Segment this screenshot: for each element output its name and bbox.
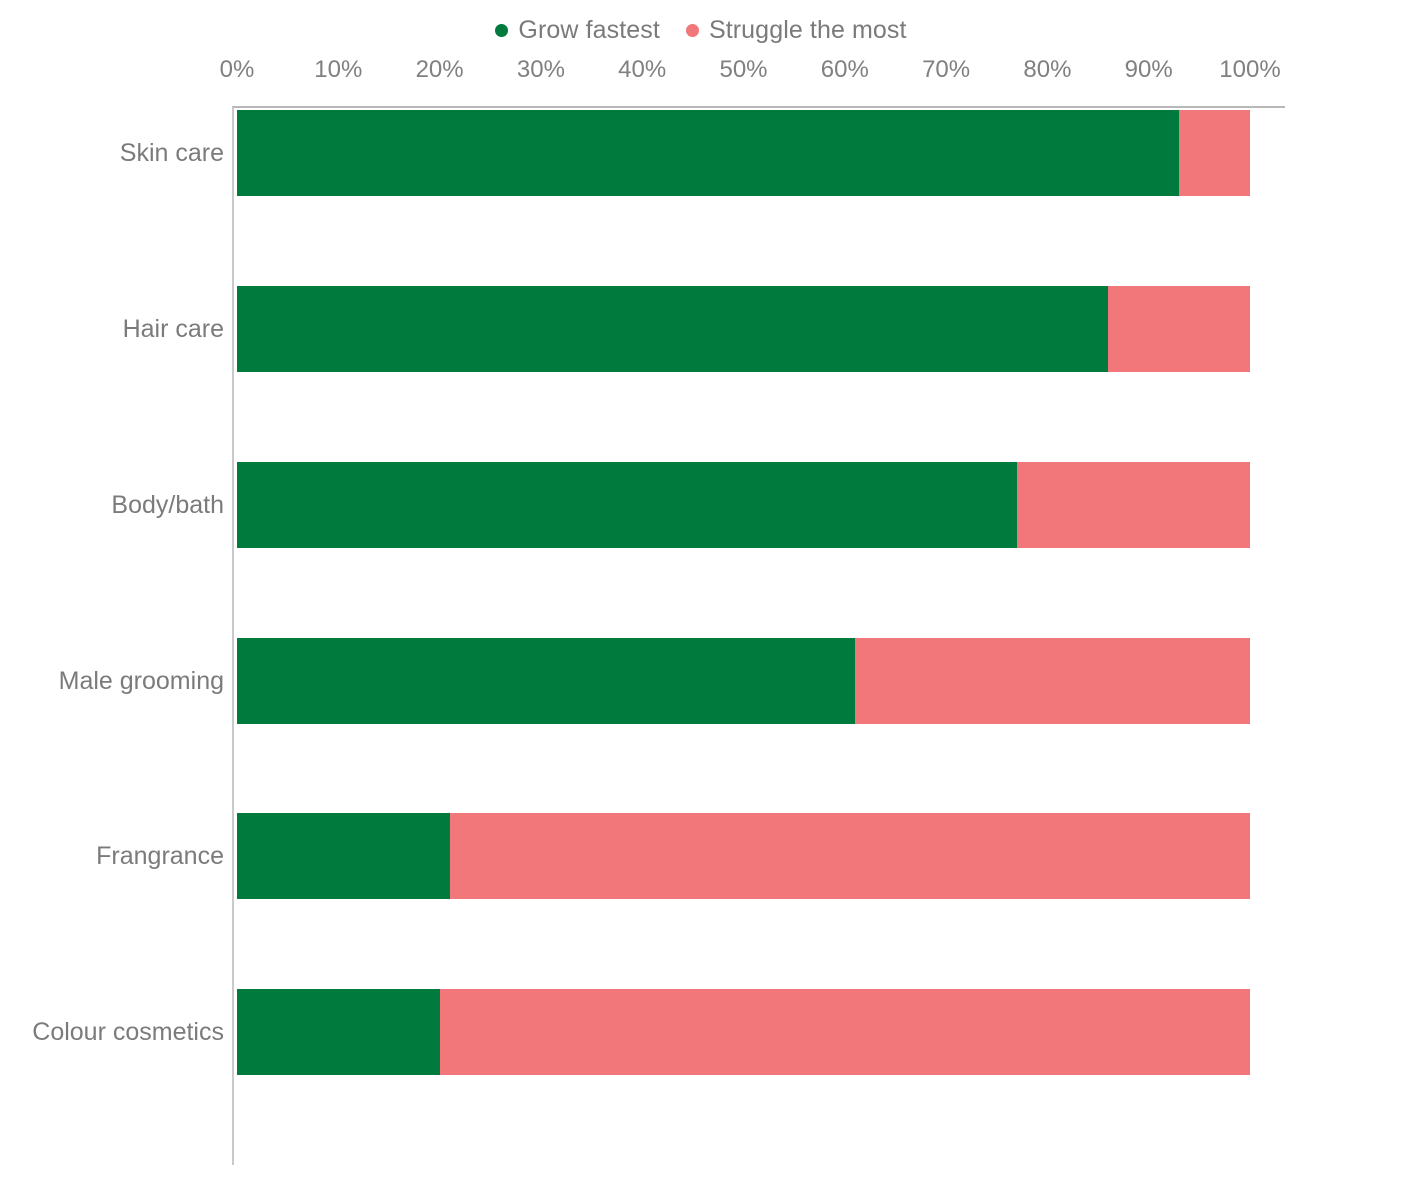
- bar-segment[interactable]: [237, 285, 1109, 372]
- bar-segment[interactable]: [237, 110, 1180, 196]
- bar-row: Male grooming: [0, 637, 1402, 724]
- bar-row: Frangrance: [0, 813, 1402, 900]
- bar-segment[interactable]: [1017, 461, 1250, 548]
- bar-row: Skin care: [0, 110, 1402, 196]
- bar-track: [237, 110, 1250, 196]
- category-label: Frangrance: [96, 842, 224, 871]
- category-label: Colour cosmetics: [32, 1018, 224, 1047]
- bar-track: [237, 285, 1250, 372]
- category-label: Body/bath: [111, 490, 224, 519]
- bar-track: [237, 637, 1250, 724]
- bar-segment[interactable]: [449, 813, 1250, 900]
- bar-track: [237, 989, 1250, 1076]
- category-label: Skin care: [119, 139, 224, 167]
- bar-segment[interactable]: [237, 989, 440, 1076]
- plot-area: Skin care Hair care Body/bath Male grooming…: [0, 0, 1402, 1200]
- bar-segment[interactable]: [237, 461, 1017, 548]
- bar-segment[interactable]: [237, 637, 855, 724]
- bar-segment[interactable]: [1108, 285, 1250, 372]
- bar-row: Body/bath: [0, 461, 1402, 548]
- bar-segment[interactable]: [854, 637, 1250, 724]
- bar-row: Hair care: [0, 285, 1402, 372]
- stacked-bar-chart: Grow fastest Struggle the most 0% 10% 20% 3…: [0, 0, 1402, 1200]
- bar-track: [237, 461, 1250, 548]
- category-label: Hair care: [122, 314, 224, 343]
- bar-track: [237, 813, 1250, 900]
- bar-segment[interactable]: [439, 989, 1250, 1076]
- bar-row: Colour cosmetics: [0, 989, 1402, 1076]
- category-label: Male grooming: [58, 666, 224, 695]
- bar-segment[interactable]: [237, 813, 450, 900]
- bar-segment[interactable]: [1179, 110, 1250, 196]
